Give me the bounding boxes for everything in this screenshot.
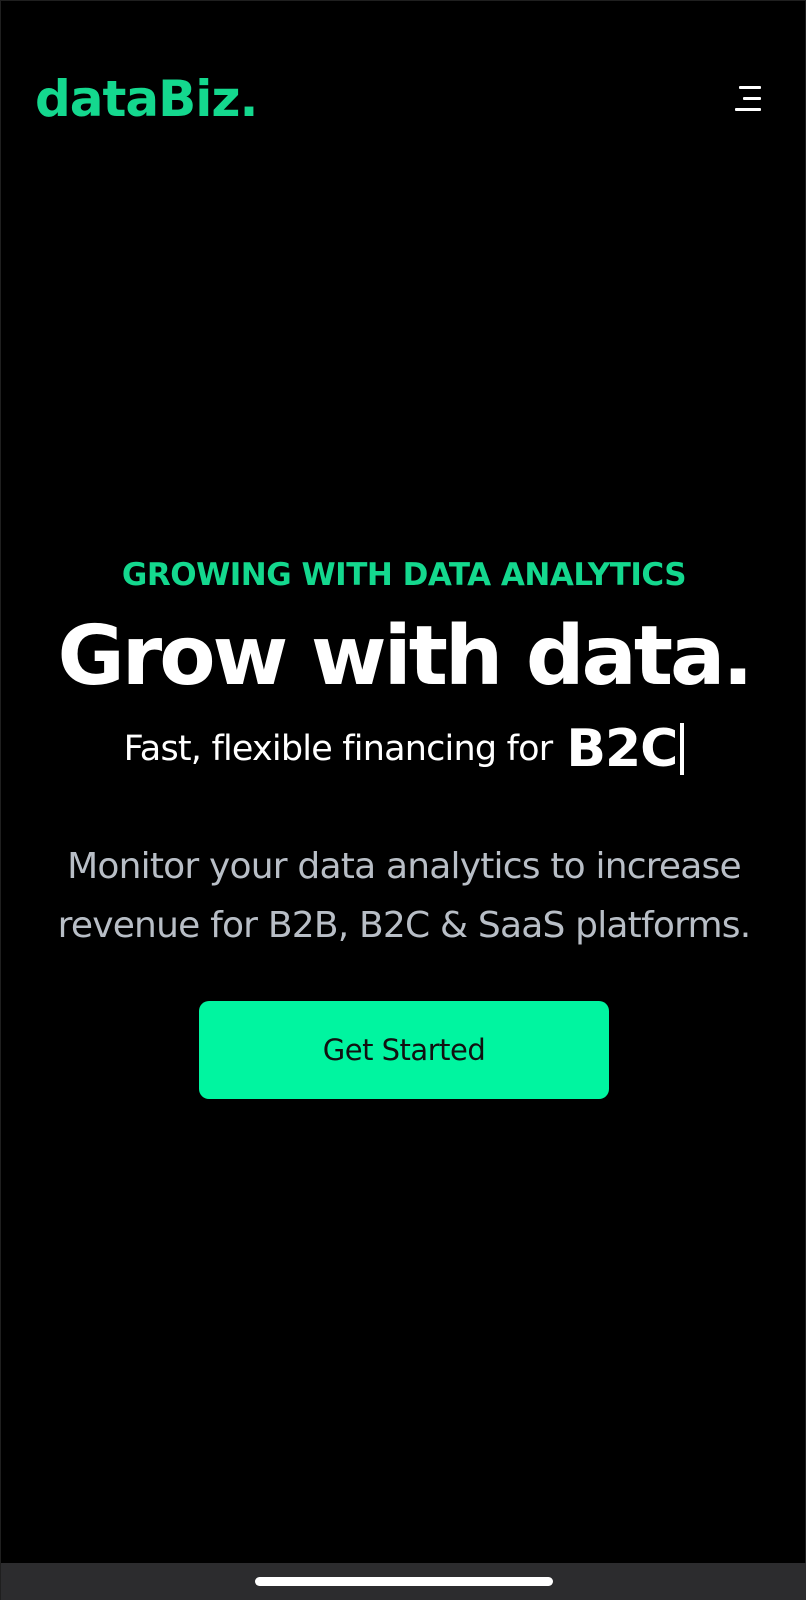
hero-eyebrow: GROWING WITH DATA ANALYTICS (121, 557, 687, 593)
hamburger-menu-icon[interactable] (729, 81, 769, 117)
brand-logo[interactable]: dataBiz. (35, 69, 259, 129)
typing-cursor (680, 723, 685, 775)
system-navigation-bar (1, 1563, 806, 1600)
subheadline-lead-text: Fast, flexible financing for (123, 729, 553, 769)
hero-section: GROWING WITH DATA ANALYTICS Grow with da… (1, 551, 806, 1099)
get-started-button[interactable]: Get Started (199, 1001, 609, 1099)
menu-line-bottom (735, 108, 761, 111)
landing-page: dataBiz. GROWING WITH DATA ANALYTICS Gro… (0, 0, 806, 1600)
hero-description: Monitor your data analytics to increase … (57, 846, 752, 946)
menu-line-middle (743, 97, 761, 100)
home-indicator[interactable] (255, 1577, 553, 1586)
menu-line-top (739, 86, 761, 89)
typed-rotating-word: B2C (566, 719, 678, 779)
hero-subheadline: Fast, flexible financing for B2C (1, 713, 806, 785)
hero-headline: Grow with data. (57, 609, 753, 704)
